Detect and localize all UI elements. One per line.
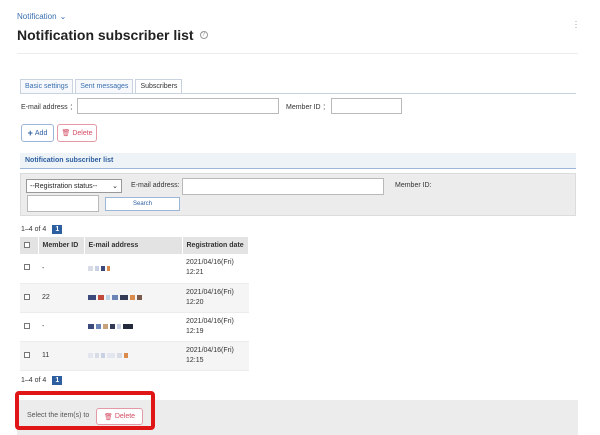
member-id-cell: 11 — [38, 341, 84, 371]
member-id-cell: - — [38, 254, 84, 284]
chevron-down-icon: ⌄ — [59, 12, 67, 21]
col-member-id[interactable]: Member ID — [38, 237, 85, 254]
tab-sent-messages[interactable]: Sent messages — [75, 79, 134, 94]
table-row[interactable]: 22 2021/04/16(Fri) 12:20 — [20, 283, 249, 313]
subscriber-table: Member ID E-mail address Registration da… — [20, 237, 249, 371]
member-filter-label: Member ID ： — [286, 104, 330, 111]
registration-status-select[interactable]: --Registration status-- ⌄ — [26, 179, 122, 193]
row-checkbox[interactable] — [24, 264, 30, 271]
delete-button-label: Delete — [72, 129, 93, 137]
add-button-label: Add — [34, 129, 48, 137]
breadcrumb[interactable]: Notification ⌄ — [17, 12, 66, 21]
select-all-cell — [20, 237, 39, 254]
row-checkbox[interactable] — [24, 293, 30, 300]
col-email[interactable]: E-mail address — [84, 237, 183, 254]
search-member-label: Member ID: — [395, 182, 432, 189]
section-title: Notification subscriber list — [20, 153, 576, 169]
pager-top: 1–4 of 4 1 — [21, 225, 63, 234]
plus-icon: + — [27, 128, 33, 138]
time-line: 12:19 — [186, 327, 204, 335]
row-checkbox[interactable] — [24, 322, 30, 329]
search-member-input[interactable] — [27, 195, 99, 212]
tab-basic-settings[interactable]: Basic settings — [20, 79, 74, 94]
add-button[interactable]: + Add — [21, 124, 54, 142]
page-1-link[interactable]: 1 — [52, 225, 63, 234]
email-cell — [84, 341, 182, 371]
table-row[interactable]: 11 2021/04/16(Fri) 12:15 — [20, 341, 249, 371]
redacted-email — [88, 353, 178, 358]
date-line: 2021/04/16(Fri) — [186, 346, 234, 354]
trash-icon: 🗑 — [61, 130, 71, 137]
pager-info: 1–4 of 4 — [21, 226, 47, 233]
time-line: 12:20 — [186, 298, 204, 306]
search-email-input[interactable] — [182, 178, 384, 195]
tab-subscribers[interactable]: Subscribers — [135, 79, 183, 94]
member-id-cell: 22 — [38, 283, 84, 313]
redacted-email — [88, 265, 178, 271]
pager-bottom: 1–4 of 4 1 — [21, 376, 63, 385]
redacted-email — [88, 324, 178, 329]
date-line: 2021/04/16(Fri) — [186, 259, 234, 267]
highlight-box — [15, 391, 155, 430]
email-cell — [84, 254, 182, 284]
table-header-row: Member ID E-mail address Registration da… — [20, 237, 249, 254]
breadcrumb-label[interactable]: Notification — [17, 12, 57, 21]
search-button[interactable]: Search — [105, 197, 180, 211]
header-divider — [17, 53, 578, 54]
date-cell: 2021/04/16(Fri) 12:20 — [182, 283, 249, 313]
page-1-link[interactable]: 1 — [52, 376, 63, 385]
more-menu-icon[interactable]: · · · — [573, 17, 579, 32]
select-all-checkbox[interactable] — [24, 241, 30, 248]
table-row[interactable]: - 2021/04/16(Fri) 12:19 — [20, 312, 249, 342]
date-cell: 2021/04/16(Fri) 12:15 — [182, 341, 249, 371]
page-title-text: Notification subscriber list — [17, 27, 194, 43]
email-cell — [84, 312, 182, 342]
delete-button[interactable]: 🗑 Delete — [57, 124, 97, 142]
pager-info: 1–4 of 4 — [21, 377, 47, 384]
email-filter-input[interactable] — [77, 98, 279, 114]
table-row[interactable]: - 2021/04/16(Fri) 12:21 — [20, 254, 249, 284]
search-email-label: E-mail address: — [131, 182, 180, 189]
page-title: Notification subscriber list ? — [17, 27, 208, 43]
date-cell: 2021/04/16(Fri) 12:19 — [182, 312, 249, 342]
tab-underline — [20, 93, 576, 94]
help-icon[interactable]: ? — [199, 31, 208, 39]
email-filter-label: E-mail address ： — [21, 104, 77, 111]
time-line: 12:15 — [186, 356, 204, 364]
email-cell — [84, 283, 182, 313]
date-line: 2021/04/16(Fri) — [186, 288, 234, 296]
registration-status-value: --Registration status-- — [30, 182, 98, 190]
redacted-email — [88, 295, 178, 300]
date-cell: 2021/04/16(Fri) 12:21 — [182, 254, 249, 284]
select-arrow-icon: ⌄ — [112, 183, 118, 190]
member-id-cell: - — [38, 312, 84, 342]
col-date[interactable]: Registration date — [182, 237, 249, 254]
tab-bar: Basic settings Sent messages Subscribers — [20, 79, 183, 94]
time-line: 12:21 — [186, 269, 204, 277]
member-filter-input[interactable] — [331, 98, 402, 114]
date-line: 2021/04/16(Fri) — [186, 317, 234, 325]
row-checkbox[interactable] — [24, 351, 30, 358]
